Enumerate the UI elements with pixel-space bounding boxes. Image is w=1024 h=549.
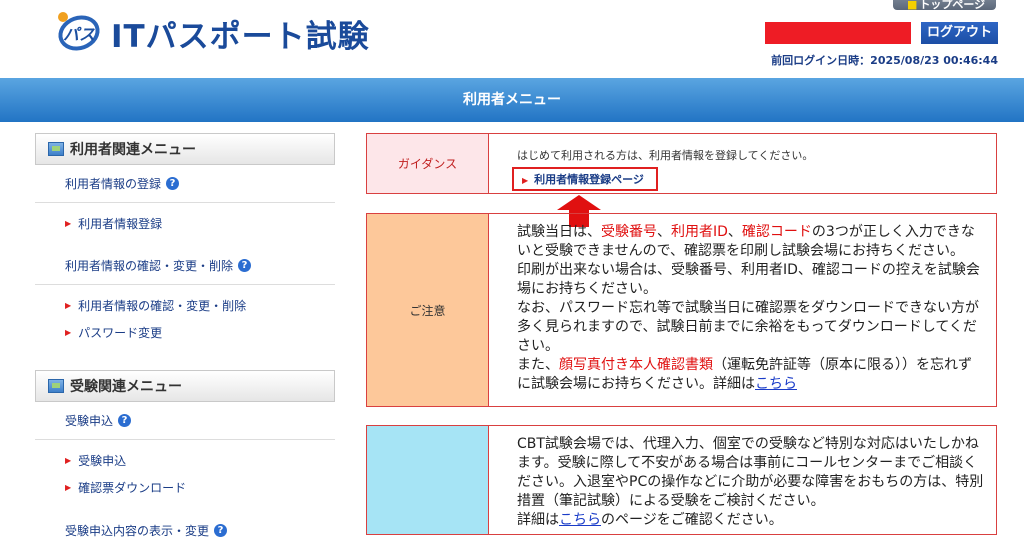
caution-paragraph-4: また、顔写真付き本人確認書類（運転免許証等（原本に限る））を忘れずに試験会場にお…: [517, 357, 972, 392]
menu-window-icon: [48, 142, 64, 156]
menu-window-icon: [48, 379, 64, 393]
page-title-bar: 利用者メニュー: [0, 78, 1024, 122]
user-registration-links: ▶ 利用者情報登録: [35, 203, 335, 247]
toppage-label: トップページ: [919, 0, 986, 11]
logo[interactable]: パス ITパスポート試験: [53, 9, 370, 57]
cbt-label: [367, 426, 488, 534]
user-register-page-link[interactable]: ▶ 利用者情報登録ページ: [512, 167, 658, 191]
caution-details-link[interactable]: こちら: [755, 376, 797, 392]
caution-paragraph-2: 印刷が出来ない場合は、受験番号、利用者ID、確認コードの控えを試験会場にお持ちく…: [517, 262, 980, 297]
caution-paragraph-3: なお、パスワード忘れ等で試験当日に確認票をダウンロードできない方が多く見られます…: [517, 300, 979, 354]
guidance-text: はじめて利用される方は、利用者情報を登録してください。: [517, 149, 814, 162]
guidance-body: はじめて利用される方は、利用者情報を登録してください。 ▶ 利用者情報登録ページ: [488, 134, 996, 193]
group-title: 受験申込: [65, 414, 114, 428]
last-login-value: 2025/08/23 00:46:44: [870, 54, 998, 67]
cbt-details-link[interactable]: こちら: [559, 512, 601, 528]
triangle-bullet-icon: ▶: [65, 328, 72, 337]
help-icon[interactable]: ?: [166, 177, 180, 190]
cbt-body: CBT試験会場では、代理入力、個室での受験など特別な対応はいたしかねます。受験に…: [488, 426, 996, 534]
caution-paragraph-1: 試験当日は、受験番号、利用者ID、確認コードの3つが正しく入力できないと受験でき…: [517, 224, 975, 259]
help-icon[interactable]: ?: [118, 414, 132, 427]
link-label: 利用者情報登録: [78, 217, 163, 231]
sidebar: 利用者関連メニュー 利用者情報の登録 ? ▶ 利用者情報登録 利用者情報の確認・変…: [35, 133, 335, 549]
user-registration-group: 利用者情報の登録 ?: [35, 165, 335, 203]
triangle-bullet-icon: ▶: [65, 219, 72, 228]
guidance-label: ガイダンス: [367, 134, 488, 193]
help-icon[interactable]: ?: [214, 523, 228, 537]
help-icon[interactable]: ?: [238, 259, 252, 272]
sidebar-link-confirmation-download[interactable]: ▶ 確認票ダウンロード: [65, 474, 335, 501]
link-label: 利用者情報登録ページ: [534, 173, 644, 186]
sidebar-link-password-change[interactable]: ▶ パスワード変更: [65, 319, 335, 346]
sidebar-link-user-info-edit[interactable]: ▶ 利用者情報の確認・変更・削除: [65, 292, 335, 319]
caution-body: 試験当日は、受験番号、利用者ID、確認コードの3つが正しく入力できないと受験でき…: [488, 214, 996, 406]
guidance-panel: ガイダンス はじめて利用される方は、利用者情報を登録してください。 ▶ 利用者情報…: [366, 133, 997, 194]
exam-apply-group: 受験申込 ?: [35, 402, 335, 440]
bullet-icon: ■: [907, 0, 918, 11]
sidebar-link-user-register[interactable]: ▶ 利用者情報登録: [65, 210, 335, 237]
toppage-button[interactable]: ■ トップページ: [893, 0, 996, 11]
caution-label: ご注意: [367, 214, 488, 406]
user-menu-heading: 利用者関連メニュー: [35, 133, 335, 165]
link-label: 受験申込: [78, 454, 127, 468]
header: パス ITパスポート試験 ■ トップページ ログアウト 前回ログイン日時：2025…: [0, 0, 1024, 78]
last-login: 前回ログイン日時：2025/08/23 00:46:44: [771, 52, 998, 68]
group-title: 受験申込内容の表示・変更: [65, 523, 210, 538]
triangle-bullet-icon: ▶: [65, 456, 72, 465]
logout-button[interactable]: ログアウト: [921, 22, 998, 44]
cbt-paragraph-1: CBT試験会場では、代理入力、個室での受験など特別な対応はいたしかねます。受験に…: [517, 436, 984, 509]
exam-details-group: 受験申込内容の表示・変更 ?: [35, 511, 335, 549]
caution-panel: ご注意 試験当日は、受験番号、利用者ID、確認コードの3つが正しく入力できないと…: [366, 213, 997, 407]
logo-mark-text: パス: [63, 25, 96, 44]
link-label: 確認票ダウンロード: [78, 481, 187, 495]
user-info-group: 利用者情報の確認・変更・削除 ?: [35, 247, 335, 285]
group-title: 利用者情報の登録: [65, 177, 162, 191]
cbt-notice-panel: CBT試験会場では、代理入力、個室での受験など特別な対応はいたしかねます。受験に…: [366, 425, 997, 535]
pass-logo-icon: パス: [53, 9, 105, 57]
exam-apply-links: ▶ 受験申込 ▶ 確認票ダウンロード: [35, 440, 335, 511]
group-title: 利用者情報の確認・変更・削除: [65, 259, 234, 273]
triangle-bullet-icon: ▶: [522, 176, 529, 185]
site-title: ITパスポート試験: [111, 18, 370, 55]
user-menu-heading-label: 利用者関連メニュー: [70, 142, 196, 158]
link-label: パスワード変更: [78, 326, 163, 340]
sidebar-link-exam-apply[interactable]: ▶ 受験申込: [65, 447, 335, 474]
user-name-redacted: [765, 22, 911, 44]
triangle-bullet-icon: ▶: [65, 301, 72, 310]
user-info-links: ▶ 利用者情報の確認・変更・削除 ▶ パスワード変更: [35, 285, 335, 356]
exam-menu-heading-label: 受験関連メニュー: [70, 379, 182, 395]
link-label: 利用者情報の確認・変更・削除: [78, 299, 247, 313]
triangle-bullet-icon: ▶: [65, 483, 72, 492]
exam-menu-heading: 受験関連メニュー: [35, 370, 335, 402]
last-login-label: 前回ログイン日時：: [771, 54, 871, 67]
